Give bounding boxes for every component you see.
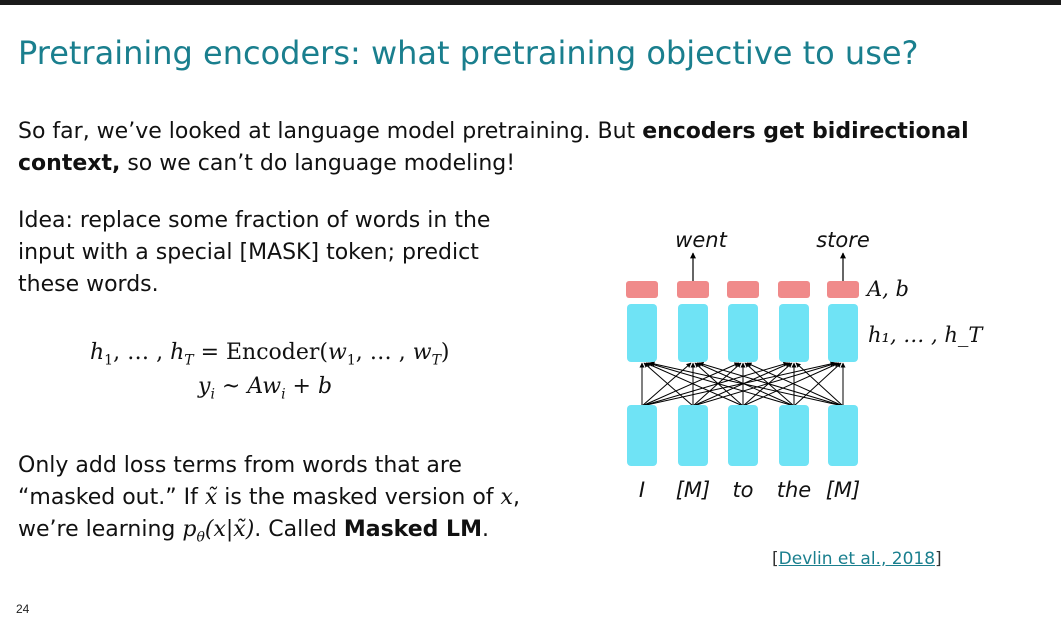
idea-paragraph: Idea: replace some fraction of words in … <box>18 208 491 297</box>
output-word: went <box>675 228 727 252</box>
intro-text-1: So far, we’ve looked at language model p… <box>18 119 643 144</box>
loss-probability: pθ(x|x̃) <box>182 517 255 546</box>
equation-prediction: yi ~ Awi + b <box>198 374 333 403</box>
loss-text-2: is the masked version of <box>217 485 501 510</box>
connection-arrow <box>795 362 844 407</box>
top-border <box>0 0 1061 5</box>
slide-number: 24 <box>16 602 30 616</box>
loss-text-5: . <box>481 517 489 542</box>
input-embedding-cell <box>728 405 758 466</box>
output-word: store <box>816 228 870 252</box>
connection-arrow <box>793 362 842 407</box>
loss-xtilde: x̃ <box>204 485 218 510</box>
hidden-state-cell <box>828 304 858 362</box>
connection-arrow <box>746 362 844 407</box>
connection-arrow <box>742 362 840 407</box>
input-word: I <box>639 478 645 502</box>
loss-text-4: . Called <box>254 517 344 542</box>
connection-arrow <box>692 362 791 407</box>
intro-paragraph: So far, we’ve looked at language model p… <box>18 116 978 180</box>
slide-title: Pretraining encoders: what pretraining o… <box>18 34 919 72</box>
loss-bold: Masked LM <box>343 517 482 542</box>
citation-link[interactable]: Devlin et al., 2018 <box>779 549 935 569</box>
output-head-cell <box>626 281 658 298</box>
citation: [Devlin et al., 2018] <box>772 549 942 569</box>
masked-lm-diagram: I [M] to the [M] went store A, b h₁, … , h_T <box>626 228 984 502</box>
input-embedding-cell <box>779 405 809 466</box>
equation-encoder: h1, … , hT = Encoder(w1, … , wT) <box>90 340 450 369</box>
connection-arrows <box>639 361 846 407</box>
output-head-cell <box>827 281 859 298</box>
hidden-state-cell <box>728 304 758 362</box>
input-embedding-cell <box>627 405 657 466</box>
output-head-cell <box>727 281 759 298</box>
input-word: the <box>777 478 811 502</box>
hidden-state-cell <box>779 304 809 362</box>
loss-x: x <box>500 485 513 510</box>
input-embedding-cell <box>678 405 708 466</box>
loss-paragraph: Only add loss terms from words that are … <box>18 450 558 553</box>
input-embedding-cell <box>828 405 858 466</box>
input-word: [M] <box>826 478 861 502</box>
connection-arrow <box>641 362 740 407</box>
intro-text-2: so we can’t do language modeling! <box>120 151 516 176</box>
connection-arrow <box>641 362 692 407</box>
input-word: [M] <box>676 478 711 502</box>
input-word: to <box>732 478 753 502</box>
connection-arrow <box>645 362 744 407</box>
head-label: A, b <box>865 277 909 301</box>
output-head-cell <box>778 281 810 298</box>
hidden-state-cell <box>627 304 657 362</box>
output-head-cell <box>677 281 709 298</box>
hidden-state-cell <box>678 304 708 362</box>
hidden-label: h₁, … , h_T <box>868 323 984 347</box>
connection-arrow <box>692 362 742 407</box>
